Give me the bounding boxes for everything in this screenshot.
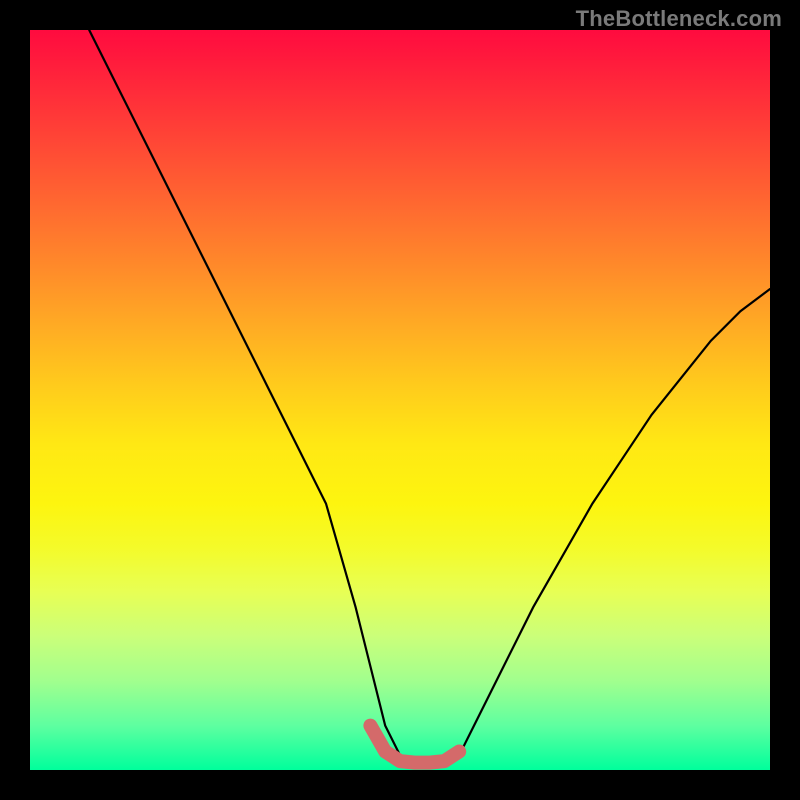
watermark-text: TheBottleneck.com [576,6,782,32]
plot-area [30,30,770,770]
bottleneck-curve-svg [30,30,770,770]
bottleneck-curve [89,30,770,763]
highlight-segment [370,726,459,763]
chart-frame: TheBottleneck.com [0,0,800,800]
